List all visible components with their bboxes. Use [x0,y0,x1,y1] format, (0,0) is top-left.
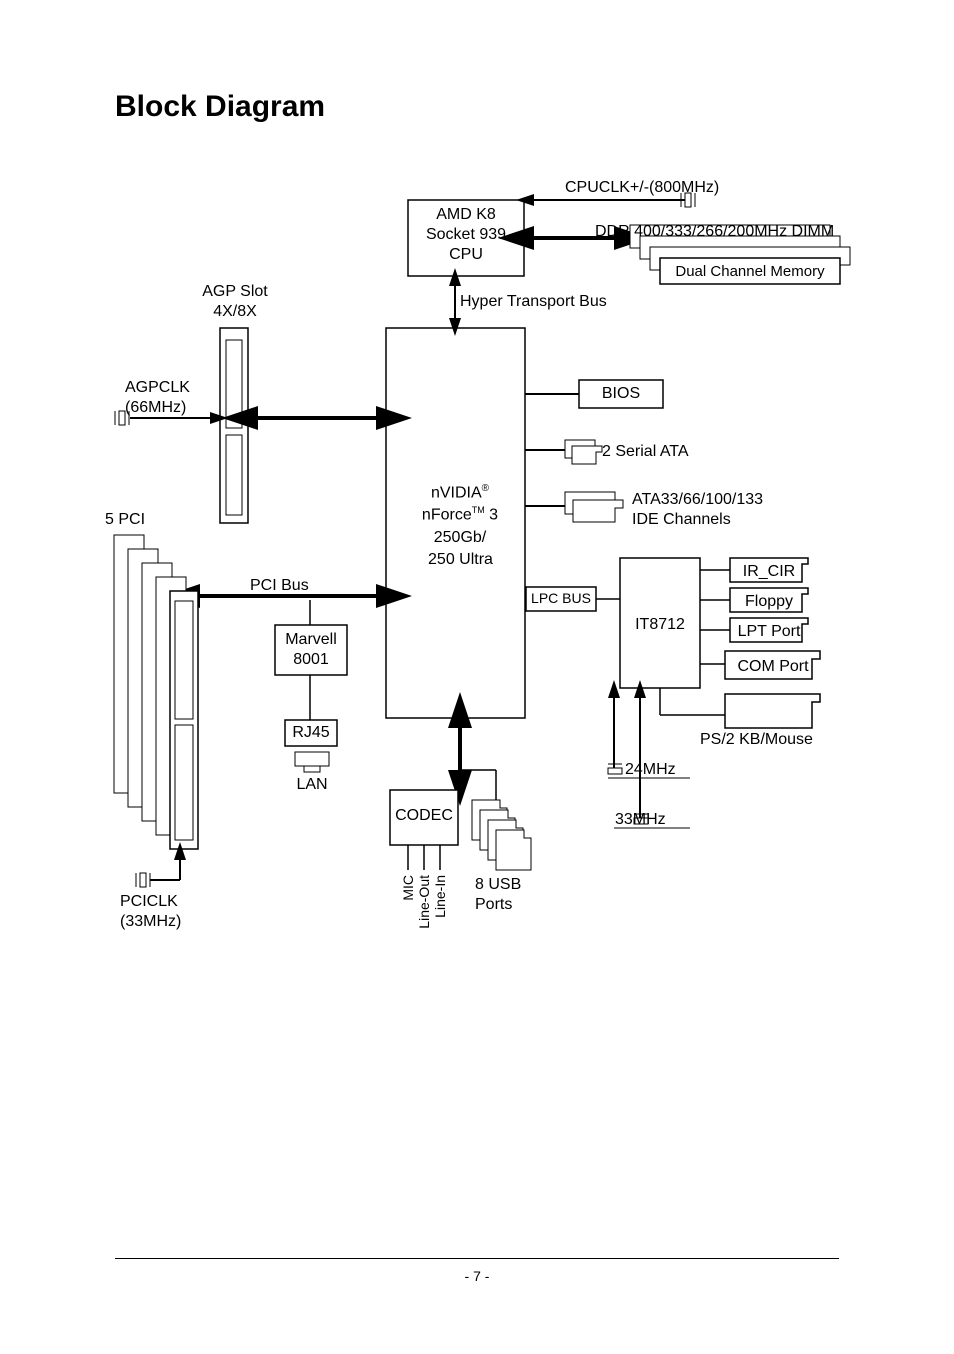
usb-line1: 8 USB [475,875,545,896]
audio-mic: MIC [400,875,416,901]
audio-linein: Line-In [432,875,448,918]
com-label: COM Port [730,657,816,678]
cpu-line2: Socket 939 [416,225,516,246]
chipset-line2: nForceTM 3 [410,505,510,526]
agpclk-line2: (66MHz) [125,398,205,419]
ide-line1: ATA33/66/100/133 [632,490,802,511]
pci-bus-label: PCI Bus [250,576,330,597]
agp-slot-line2: 4X/8X [175,302,295,323]
chipset-line1: nVIDIA® [420,482,500,504]
ircir-label: IR_CIR [732,562,806,583]
agp-slot-line1: AGP Slot [175,282,295,303]
marvell-line2: 8001 [280,650,342,671]
lpt-label: LPT Port [732,622,806,643]
hyper-label: Hyper Transport Bus [460,292,640,313]
footer-rule [115,1258,839,1259]
audio-lineout: Line-Out [416,875,432,929]
chipset-line4: 250 Ultra [418,550,503,571]
agpclk-line1: AGPCLK [125,378,205,399]
lpc-bus-label: LPC BUS [527,589,595,607]
ide-line2: IDE Channels [632,510,802,531]
floppy-label: Floppy [732,592,806,613]
lan-label: LAN [290,775,334,796]
it8712-label: IT8712 [622,615,698,636]
rj45-label: RJ45 [287,723,335,744]
clk24-label: 24MHz [625,760,695,781]
dual-channel-label: Dual Channel Memory [666,262,834,282]
bios-label: BIOS [581,384,661,405]
sata-label: 2 Serial ATA [602,442,722,463]
ps2-label: PS/2 KB/Mouse [700,730,840,751]
chipset-line3: 250Gb/ [420,528,500,549]
marvell-line1: Marvell [280,630,342,651]
pci5-label: 5 PCI [105,510,165,531]
pciclk-line1: PCICLK [120,892,200,913]
cpuclk-label: CPUCLK+/-(800MHz) [565,178,765,199]
pciclk-line2: (33MHz) [120,912,200,933]
ddr-label: DDR 400/333/266/200MHz DIMM [595,222,855,243]
usb-line2: Ports [475,895,545,916]
cpu-line3: CPU [416,245,516,266]
codec-label: CODEC [391,806,457,827]
page-number: - 7 - [0,1268,954,1284]
cpu-line1: AMD K8 [416,205,516,226]
clk33-label: 33MHz [615,810,685,831]
